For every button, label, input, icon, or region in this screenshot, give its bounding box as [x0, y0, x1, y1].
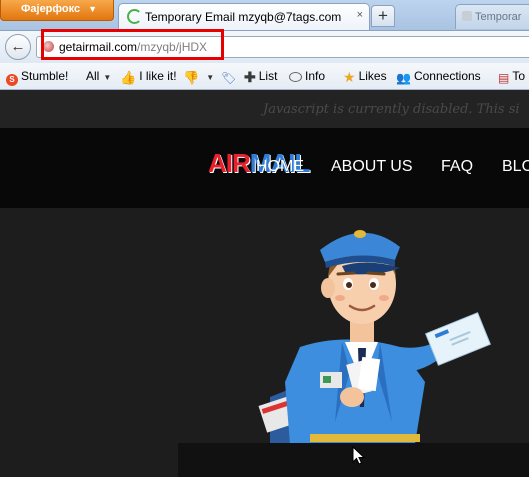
tab-title-inactive: Temporar	[475, 11, 522, 23]
list-button[interactable]: ✚ List	[244, 69, 277, 86]
plus-icon: ✚	[244, 69, 256, 85]
new-tab-button[interactable]: +	[371, 5, 395, 27]
nav-faq[interactable]: FAQ	[441, 158, 473, 176]
stumbleupon-icon: S	[6, 74, 18, 86]
document-icon: ▤	[498, 71, 510, 85]
chevron-down-icon: ▼	[206, 73, 215, 82]
tag-icon: 🏷	[221, 71, 237, 85]
loading-spinner-icon	[127, 9, 142, 24]
chevron-down-icon: ▼	[88, 4, 97, 14]
page-icon	[462, 11, 472, 21]
chevron-down-icon: ▼	[103, 73, 112, 82]
dislike-button[interactable]: 👎 ▼	[183, 69, 214, 86]
nav-blog[interactable]: BLO	[502, 158, 529, 176]
javascript-disabled-notice: Javascript is currently disabled. This s…	[263, 102, 520, 117]
thumbs-up-icon: 👍	[120, 70, 137, 85]
thumbs-down-icon: 👎	[183, 70, 200, 85]
tab-inactive[interactable]: Temporar	[455, 4, 529, 29]
firefox-menu-label: Фајерфокс	[21, 3, 81, 15]
mouse-cursor-icon	[352, 446, 366, 465]
stumble-button[interactable]: S Stumble!	[6, 69, 68, 86]
nav-home[interactable]: HOME	[256, 158, 304, 176]
tag-button[interactable]: 🏷	[221, 69, 239, 85]
all-dropdown[interactable]: All ▼	[86, 69, 111, 83]
tab-active[interactable]: Temporary Email mzyqb@7tags.com ×	[118, 3, 370, 30]
tab-strip: Фајерфокс ▼ Temporary Email mzyqb@7tags.…	[0, 0, 529, 30]
tab-title: Temporary Email mzyqb@7tags.com	[145, 10, 342, 24]
nav-about-us[interactable]: ABOUT US	[331, 158, 413, 176]
tab-close-icon[interactable]: ×	[357, 9, 363, 21]
url-highlight-box	[41, 29, 224, 60]
bookmarks-toolbar: S Stumble! All ▼ 👍 I like it! 👎 ▼ 🏷 ✚ List In…	[0, 63, 529, 90]
info-button[interactable]: Info	[289, 69, 325, 83]
mailman-illustration	[258, 230, 491, 444]
firefox-menu-button[interactable]: Фајерфокс ▼	[0, 0, 114, 21]
connections-button[interactable]: 👥 Connections	[396, 69, 481, 85]
star-icon: ★	[343, 69, 356, 85]
like-button[interactable]: 👍 I like it!	[120, 69, 177, 86]
people-icon: 👥	[396, 71, 411, 85]
likes-button[interactable]: ★ Likes	[343, 69, 387, 86]
comment-icon	[289, 72, 302, 82]
back-button[interactable]: ←	[5, 34, 31, 60]
toolbar-overflow-item[interactable]: ▤ To	[498, 69, 525, 85]
